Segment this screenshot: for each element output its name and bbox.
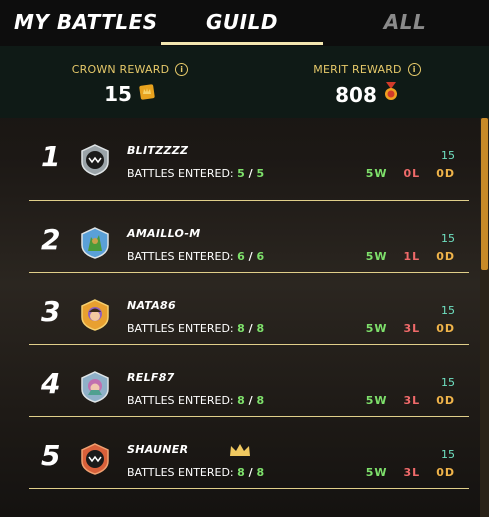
tab-all[interactable]: ALL [370,0,440,46]
player-name: BLITZZZZ [127,144,189,157]
avatar [79,299,111,331]
tab-my-battles[interactable]: MY BATTLES [14,0,158,46]
avatar [79,371,111,403]
battles-entered: BATTLES ENTERED: 5 / 5 [127,167,265,180]
battles-entered-count: 6 [237,250,245,263]
battles-entered-total: 8 [256,394,265,407]
battles-entered-total: 6 [256,250,265,263]
points: 15 [441,232,455,245]
player-name: AMAILLO-M [127,227,201,240]
losses: 3L [403,466,421,479]
battles-entered-label: BATTLES ENTERED: [127,322,234,335]
battles-entered: BATTLES ENTERED: 8 / 8 [127,394,265,407]
draws: 0D [436,167,455,180]
rank-number: 2 [41,223,61,256]
battles-entered: BATTLES ENTERED: 8 / 8 [127,466,265,479]
rank-number: 1 [41,140,61,173]
wins: 5W [365,466,388,479]
record: 5W 0L 0D [366,167,455,180]
battles-entered: BATTLES ENTERED: 8 / 8 [127,322,265,335]
crown-reward-label: CROWN REWARD [71,63,170,76]
battles-entered-count: 8 [237,394,245,407]
losses: 1L [403,250,421,263]
player-name: RELF87 [127,371,175,384]
points: 15 [441,448,455,461]
rewards-panel: CROWN REWARD i 15 MERIT REWARD i 808 [0,46,489,118]
battles-entered-count: 8 [237,322,245,335]
tab-bar: MY BATTLES GUILD ALL [0,0,489,46]
record: 5W 3L 0D [366,466,455,479]
battles-entered-label: BATTLES ENTERED: [127,394,234,407]
points: 15 [441,149,455,162]
draws: 0D [436,394,455,407]
battles-entered-count: 8 [237,466,245,479]
leaderboard-row[interactable]: 3 NATA86 BATTLES ENTERED: 8 / 8 15 5W 3L 0… [29,273,469,345]
record: 5W 3L 0D [366,322,455,335]
losses: 3L [403,322,421,335]
draws: 0D [436,322,455,335]
crown-token-icon [138,82,156,106]
losses: 3L [403,394,421,407]
points: 15 [441,304,455,317]
battles-entered-label: BATTLES ENTERED: [127,250,234,263]
leaderboard-row[interactable]: 4 RELF87 BATTLES ENTERED: 8 / 8 15 5W 3L 0… [29,345,469,417]
record: 5W 3L 0D [366,394,455,407]
rank-number: 3 [41,295,61,328]
record: 5W 1L 0D [366,250,455,263]
guild-leaderboard: 1 BLITZZZZ BATTLES ENTERED: 5 / 5 15 5W 0… [29,118,469,489]
crown-icon [229,442,251,461]
draws: 0D [436,466,455,479]
battles-entered-total: 8 [256,322,265,335]
crown-reward-value: 15 [104,82,132,106]
merit-reward-value: 808 [335,82,377,107]
avatar [79,227,111,259]
rank-number: 5 [41,439,61,472]
battles-entered: BATTLES ENTERED: 6 / 6 [127,250,265,263]
wins: 5W [365,322,388,335]
info-icon[interactable]: i [407,63,421,76]
merit-reward-label: MERIT REWARD [313,63,402,76]
info-icon[interactable]: i [175,63,189,76]
battles-entered-total: 8 [256,466,265,479]
merit-medal-icon [383,82,399,107]
tab-guild[interactable]: GUILD [161,0,323,46]
leaderboard-row[interactable]: 1 BLITZZZZ BATTLES ENTERED: 5 / 5 15 5W 0… [29,118,469,201]
leaderboard-row[interactable]: 5 SHAUNER BATTLES ENTERED: 8 / 8 15 5W 3L… [29,417,469,489]
avatar [79,443,111,475]
battles-entered-label: BATTLES ENTERED: [127,167,234,180]
player-name: SHAUNER [127,443,189,456]
wins: 5W [365,167,388,180]
scrollbar-thumb[interactable] [481,118,488,270]
wins: 5W [365,394,388,407]
battles-entered-total: 5 [256,167,265,180]
draws: 0D [436,250,455,263]
crown-reward: CROWN REWARD i 15 [50,46,210,106]
avatar [79,144,111,176]
wins: 5W [365,250,388,263]
leaderboard-row[interactable]: 2 AMAILLO-M BATTLES ENTERED: 6 / 6 15 5W… [29,201,469,273]
battles-entered-label: BATTLES ENTERED: [127,466,234,479]
active-tab-indicator [161,42,323,45]
rank-number: 4 [41,367,61,400]
merit-reward: MERIT REWARD i 808 [287,46,447,107]
losses: 0L [403,167,421,180]
player-name: NATA86 [127,299,176,312]
battles-entered-count: 5 [237,167,245,180]
points: 15 [441,376,455,389]
